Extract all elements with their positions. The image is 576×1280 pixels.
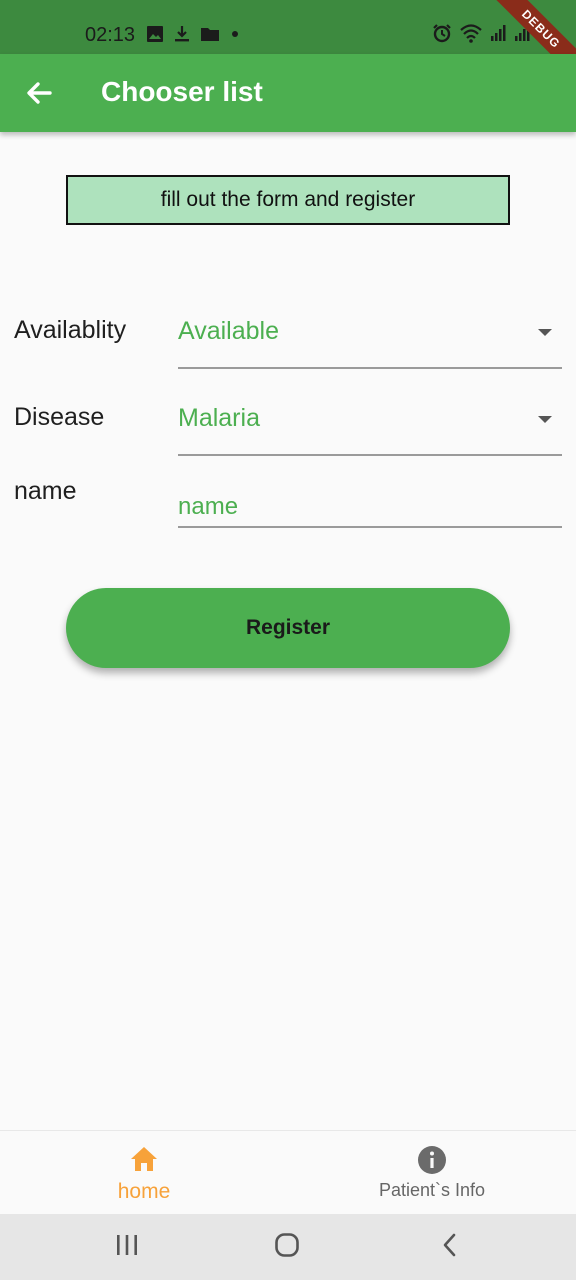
info-icon	[417, 1145, 447, 1180]
home-circle-icon	[274, 1233, 300, 1262]
home-icon	[129, 1145, 159, 1178]
availability-label: Availablity	[14, 316, 127, 344]
download-icon	[173, 25, 191, 48]
disease-dropdown[interactable]: Malaria	[178, 394, 562, 456]
recent-apps-button[interactable]	[114, 1232, 140, 1263]
nav-label-home: home	[117, 1180, 171, 1203]
disease-value: Malaria	[178, 404, 260, 432]
bottom-navigation: home Patient`s Info	[0, 1130, 576, 1214]
availability-value: Available	[178, 317, 280, 345]
caret-down-icon	[538, 329, 552, 336]
status-bar: 02:13	[0, 0, 576, 54]
caret-down-icon	[538, 416, 552, 423]
home-system-button[interactable]	[274, 1232, 300, 1263]
instruction-text: fill out the form and register	[160, 188, 416, 211]
nav-item-patient-info[interactable]: Patient`s Info	[288, 1131, 576, 1215]
status-time: 02:13	[85, 24, 136, 46]
back-button[interactable]	[22, 78, 56, 108]
disease-label: Disease	[14, 403, 105, 431]
arrow-left-icon	[22, 82, 56, 112]
page-title: Chooser list	[101, 76, 263, 107]
system-navigation-bar	[0, 1214, 576, 1280]
folder-icon	[200, 25, 220, 48]
image-icon	[146, 25, 164, 48]
dot-icon	[229, 25, 241, 48]
status-icons-left	[146, 25, 241, 48]
recent-apps-icon	[114, 1235, 140, 1262]
chevron-left-icon	[437, 1233, 463, 1262]
availability-dropdown[interactable]: Available	[178, 307, 562, 369]
instruction-banner: fill out the form and register	[66, 175, 510, 225]
back-system-button[interactable]	[437, 1232, 463, 1263]
name-input[interactable]	[178, 480, 562, 528]
alarm-icon	[432, 23, 452, 48]
nav-label-patient-info: Patient`s Info	[378, 1180, 486, 1200]
register-button[interactable]: Register	[66, 588, 510, 668]
nav-item-home[interactable]: home	[0, 1131, 288, 1215]
signal-icon	[490, 24, 506, 47]
name-label: name	[14, 477, 77, 505]
wifi-icon	[460, 23, 482, 48]
app-bar: Chooser list	[0, 54, 576, 132]
